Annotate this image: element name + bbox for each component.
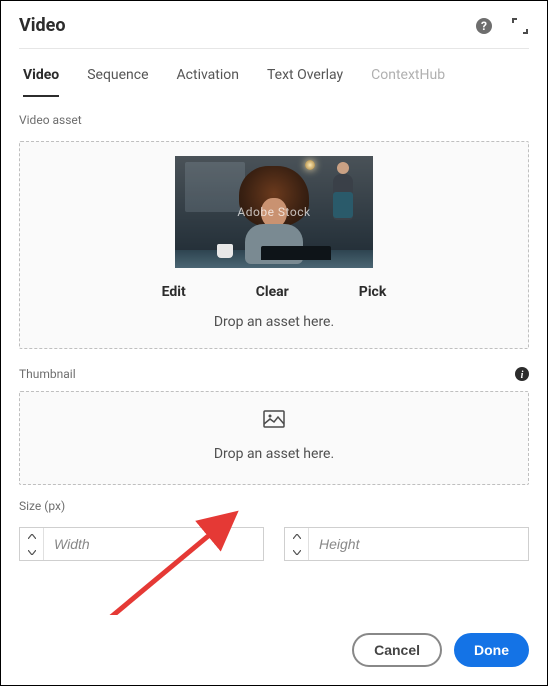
asset-actions: Edit Clear Pick	[162, 284, 387, 300]
thumbnail-dropzone[interactable]: Drop an asset here.	[19, 391, 529, 485]
fullscreen-icon[interactable]	[511, 17, 529, 35]
image-placeholder-icon	[263, 410, 285, 432]
dialog-header: Video ?	[1, 1, 547, 48]
video-drop-text: Drop an asset here.	[214, 314, 334, 330]
width-step-up[interactable]	[20, 528, 43, 544]
tab-activation[interactable]: Activation	[177, 67, 239, 97]
width-stepper	[20, 528, 44, 560]
clear-button[interactable]: Clear	[256, 284, 289, 300]
height-step-down[interactable]	[285, 544, 308, 560]
svg-text:?: ?	[481, 19, 487, 33]
thumbnail-section-header: Thumbnail i	[19, 367, 529, 381]
stock-watermark: Adobe Stock	[237, 205, 310, 219]
svg-text:i: i	[521, 370, 524, 381]
header-actions: ?	[475, 17, 529, 35]
height-field	[284, 527, 529, 561]
tab-sequence[interactable]: Sequence	[87, 67, 148, 97]
width-field	[19, 527, 264, 561]
edit-button[interactable]: Edit	[162, 284, 186, 300]
thumbnail-drop-text: Drop an asset here.	[214, 446, 334, 462]
width-input[interactable]	[44, 528, 263, 560]
cancel-button[interactable]: Cancel	[352, 633, 442, 667]
pick-button[interactable]: Pick	[359, 284, 387, 300]
tab-contexthub: ContextHub	[371, 67, 445, 97]
tab-video[interactable]: Video	[23, 67, 59, 97]
height-input[interactable]	[309, 528, 528, 560]
tab-bar: Video Sequence Activation Text Overlay C…	[1, 49, 547, 97]
info-icon[interactable]: i	[515, 367, 529, 381]
tab-text-overlay[interactable]: Text Overlay	[267, 67, 343, 97]
height-stepper	[285, 528, 309, 560]
done-button[interactable]: Done	[454, 633, 529, 667]
dialog-title: Video	[19, 15, 475, 36]
size-label: Size (px)	[19, 499, 529, 513]
help-icon[interactable]: ?	[475, 17, 493, 35]
video-asset-dropzone[interactable]: Adobe Stock Edit Clear Pick Drop an asse…	[19, 141, 529, 349]
video-dialog: Video ? Video Sequence Activation Text O…	[0, 0, 548, 686]
thumbnail-label: Thumbnail	[19, 367, 76, 381]
size-row	[19, 527, 529, 561]
video-asset-label: Video asset	[19, 113, 529, 127]
width-step-down[interactable]	[20, 544, 43, 560]
dialog-footer: Cancel Done	[1, 615, 547, 685]
video-asset-thumbnail[interactable]: Adobe Stock	[175, 156, 373, 268]
height-step-up[interactable]	[285, 528, 308, 544]
dialog-body: Video asset Adobe Stock Edit Clear Pick	[1, 97, 547, 615]
